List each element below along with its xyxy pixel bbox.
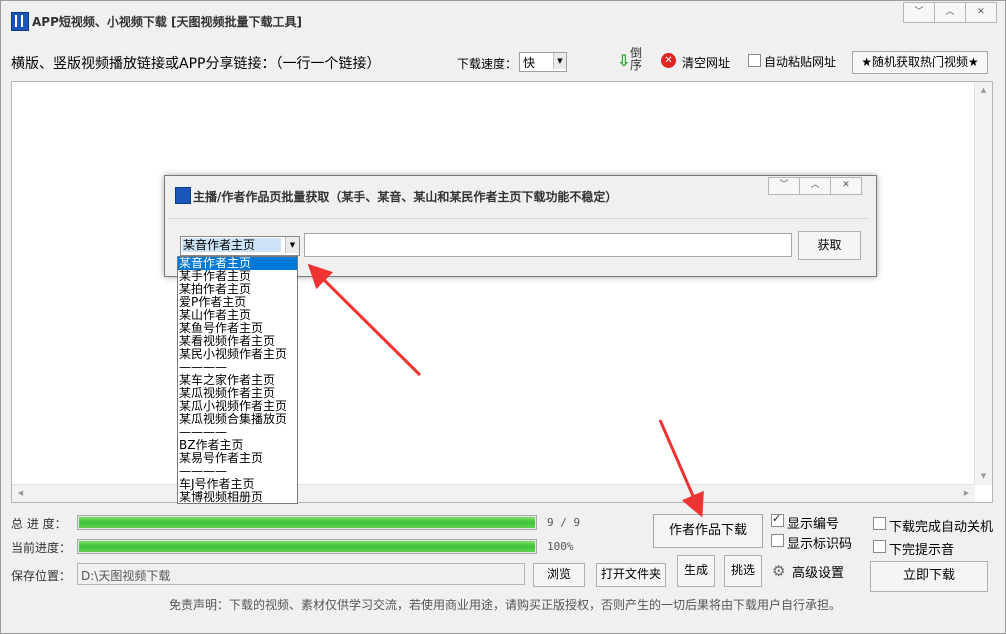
app-logo-icon bbox=[11, 12, 29, 31]
chevron-down-icon: ▼ bbox=[285, 237, 299, 253]
toolbar: 横版、竖版视频播放链接或APP分享链接：（一行一个链接） 下载速度： 快 ▼ ⇩… bbox=[1, 46, 1005, 75]
auto-paste-label: 自动粘贴网址 bbox=[764, 55, 837, 69]
save-location-label: 保存位置： bbox=[11, 569, 72, 583]
current-progress-value: 100% bbox=[547, 540, 574, 553]
vertical-scrollbar[interactable]: ▲ ▼ bbox=[974, 82, 992, 485]
sound-box[interactable] bbox=[873, 540, 886, 553]
shutdown-box[interactable] bbox=[873, 517, 886, 530]
link-input-label: 横版、竖版视频播放链接或APP分享链接：（一行一个链接） bbox=[11, 56, 381, 72]
open-folder-button[interactable]: 打开文件夹 bbox=[596, 563, 666, 587]
platform-select[interactable]: 某音作者主页 ▼ bbox=[180, 236, 300, 256]
pick-button[interactable]: 挑选 bbox=[724, 555, 762, 587]
show-id-label: 显示标识码 bbox=[787, 537, 853, 552]
show-number-label: 显示编号 bbox=[787, 517, 840, 532]
shutdown-label: 下载完成自动关机 bbox=[889, 520, 994, 535]
current-progress-bar bbox=[77, 539, 537, 554]
maximize-button[interactable]: ︿ bbox=[934, 2, 966, 23]
total-progress-label: 总 进 度： bbox=[11, 517, 67, 531]
scroll-left-icon[interactable]: ◀ bbox=[12, 485, 29, 502]
author-download-button[interactable]: 作者作品下载 bbox=[653, 514, 763, 548]
platform-dropdown-list: 某音作者主页 某手作者主页 某拍作者主页 爱P作者主页 某山作者主页 某鱼号作者主页 某看视… bbox=[177, 256, 298, 504]
dialog-close-button[interactable]: ✕ bbox=[830, 177, 862, 195]
speed-label: 下载速度： bbox=[457, 57, 518, 71]
url-textarea[interactable]: ▲ ▼ ◀ ▶ bbox=[11, 81, 993, 503]
current-progress-label: 当前进度： bbox=[11, 541, 72, 555]
total-progress-value: 9 / 9 bbox=[547, 516, 581, 529]
dialog-minimize-button[interactable]: ﹀ bbox=[768, 177, 800, 195]
fetch-button[interactable]: 获取 bbox=[798, 231, 861, 260]
dialog-logo-icon bbox=[175, 187, 191, 204]
dialog-title: 主播/作者作品页批量获取（某手、某音、某山和某民作者主页下载功能不稳定） bbox=[193, 190, 618, 204]
generate-button[interactable]: 生成 bbox=[677, 555, 715, 587]
clear-icon: ✕ bbox=[661, 53, 676, 68]
total-progress-fill bbox=[79, 517, 535, 528]
reverse-label: 倒序 bbox=[630, 46, 643, 72]
speed-value: 快 bbox=[523, 56, 536, 70]
scroll-right-icon[interactable]: ▶ bbox=[958, 485, 975, 502]
chevron-down-icon: ▼ bbox=[553, 53, 566, 69]
browse-button[interactable]: 浏览 bbox=[533, 563, 585, 587]
dialog-maximize-button[interactable]: ︿ bbox=[799, 177, 831, 195]
sound-label: 下完提示音 bbox=[889, 543, 955, 558]
hot-videos-button[interactable]: ★随机获取热门视频★ bbox=[852, 51, 988, 74]
minimize-button[interactable]: ﹀ bbox=[903, 2, 935, 23]
auto-paste-box[interactable] bbox=[748, 54, 761, 67]
close-button[interactable]: ✕ bbox=[965, 2, 997, 23]
clear-label: 清空网址 bbox=[682, 56, 731, 70]
save-path-field[interactable]: D:\天图视频下载 bbox=[77, 563, 525, 585]
title-bar: APP短视频、小视频下载 [天图视频批量下载工具] ﹀ ︿ ✕ bbox=[1, 1, 1005, 41]
reverse-order-button[interactable]: ⇩ 倒序 bbox=[617, 46, 647, 73]
show-number-box[interactable] bbox=[771, 512, 784, 527]
save-path-value: D:\天图视频下载 bbox=[81, 569, 171, 583]
scroll-up-icon[interactable]: ▲ bbox=[975, 82, 992, 99]
arrow-down-icon: ⇩ bbox=[617, 51, 631, 70]
window-title: APP短视频、小视频下载 [天图视频批量下载工具] bbox=[32, 15, 303, 29]
author-url-input[interactable] bbox=[304, 233, 792, 257]
current-progress-fill bbox=[79, 541, 535, 552]
main-window: APP短视频、小视频下载 [天图视频批量下载工具] ﹀ ︿ ✕ 横版、竖版视频播… bbox=[0, 0, 1006, 634]
scroll-down-icon[interactable]: ▼ bbox=[975, 468, 992, 485]
total-progress-bar bbox=[77, 515, 537, 530]
gear-icon[interactable]: ⚙ bbox=[772, 564, 786, 579]
download-now-button[interactable]: 立即下载 bbox=[870, 561, 988, 592]
dialog-window-controls: ﹀ ︿ ✕ bbox=[768, 177, 862, 195]
horizontal-scrollbar[interactable]: ◀ ▶ bbox=[12, 484, 975, 502]
window-controls: ﹀ ︿ ✕ bbox=[903, 2, 997, 23]
advanced-settings-button[interactable]: 高级设置 bbox=[792, 562, 844, 581]
speed-select[interactable]: 快 ▼ bbox=[519, 52, 567, 72]
platform-select-value: 某音作者主页 bbox=[182, 238, 281, 252]
disclaimer-text: 免责声明：下载的视频、素材仅供学习交流，若使用商业用途，请购买正版授权，否则产生… bbox=[169, 598, 842, 612]
show-id-box[interactable] bbox=[771, 534, 784, 547]
dropdown-item[interactable]: 某博视频相册页 bbox=[178, 491, 297, 504]
